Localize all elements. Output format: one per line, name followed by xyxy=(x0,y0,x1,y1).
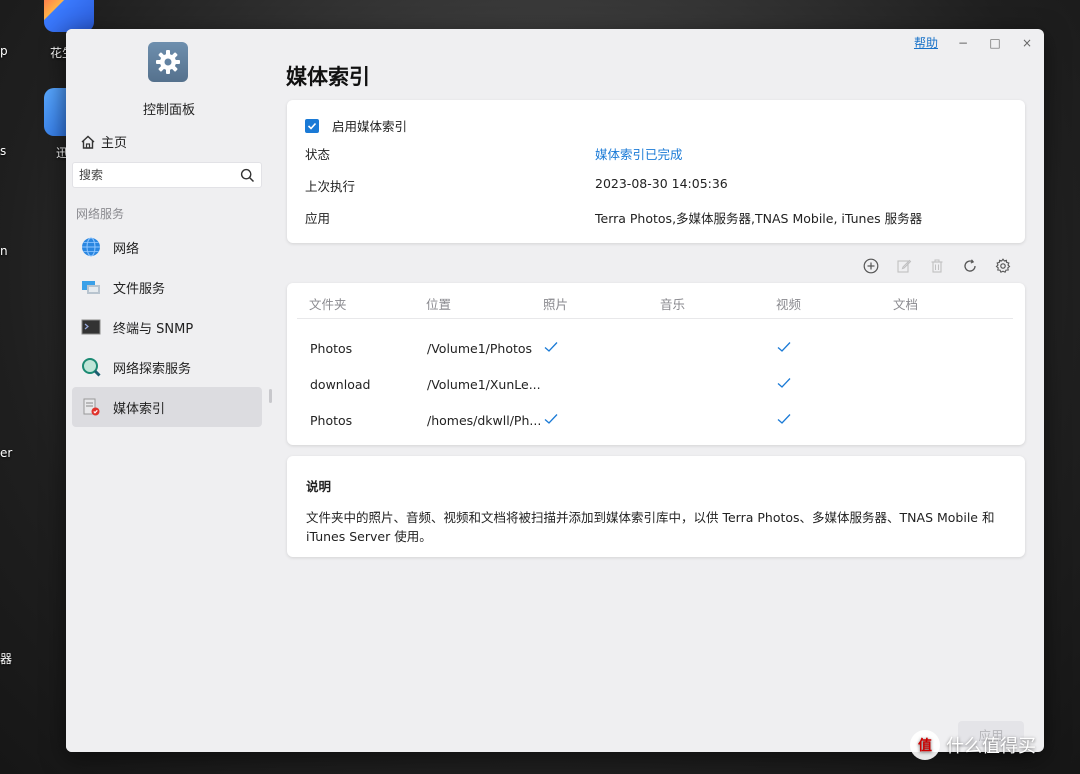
sidebar-scrollbar[interactable] xyxy=(269,389,272,403)
edit-icon xyxy=(897,259,912,273)
column-header[interactable]: 文件夹 xyxy=(309,294,347,313)
watermark-logo-icon: 值 xyxy=(910,730,940,760)
table-row[interactable]: Photos /Volume1/Photos xyxy=(287,331,1025,367)
sidebar-item-media-index[interactable]: 媒体索引 xyxy=(72,387,262,427)
close-button[interactable]: × xyxy=(1020,36,1034,50)
home-label: 主页 xyxy=(101,136,128,151)
video-check-icon xyxy=(776,411,792,431)
status-card: 启用媒体索引 状态 媒体索引已完成 上次执行 2023-08-30 14:05:… xyxy=(287,100,1025,243)
search-box xyxy=(72,162,262,188)
gear-icon xyxy=(995,258,1011,273)
media-index-icon xyxy=(81,397,101,417)
titlebar-controls: 帮助 − □ × xyxy=(914,34,1034,51)
description-title: 说明 xyxy=(306,479,332,494)
column-header[interactable]: 照片 xyxy=(543,294,568,313)
help-link[interactable]: 帮助 xyxy=(914,34,938,51)
refresh-button[interactable] xyxy=(961,257,979,275)
terminal-icon xyxy=(81,317,101,337)
check-icon xyxy=(307,122,317,130)
photo-check-icon xyxy=(543,411,559,431)
home-link[interactable]: 主页 xyxy=(80,132,127,151)
sidebar-item-label: 文件服务 xyxy=(113,281,166,297)
sidebar-item-label: 网络探索服务 xyxy=(113,361,192,377)
plus-circle-icon xyxy=(863,258,879,274)
folder-name: download xyxy=(310,377,371,392)
table-header: 文件夹 位置 照片 音乐 视频 文档 xyxy=(297,283,1013,319)
desktop-label: p xyxy=(0,44,8,58)
delete-folder-button[interactable] xyxy=(928,257,946,275)
sidebar-item-label: 网络 xyxy=(113,241,140,257)
app-title: 控制面板 xyxy=(142,103,195,118)
sidebar-item-network-discovery[interactable]: 网络探索服务 xyxy=(72,347,262,387)
status-value-link[interactable]: 媒体索引已完成 xyxy=(595,144,683,163)
enable-media-index-checkbox[interactable] xyxy=(305,118,319,133)
desktop-app-icon[interactable] xyxy=(44,0,94,32)
apps-value: Terra Photos,多媒体服务器,TNAS Mobile, iTunes … xyxy=(595,211,923,226)
watermark: 值 什么值得买 xyxy=(910,730,1036,760)
sidebar-item-network[interactable]: 网络 xyxy=(72,227,262,267)
sidebar-item-file-service[interactable]: 文件服务 xyxy=(72,267,262,307)
photo-check-icon xyxy=(543,339,559,359)
folder-location: /Volume1/XunLe... xyxy=(427,377,541,392)
home-icon xyxy=(81,135,95,149)
last-run-label: 上次执行 xyxy=(305,179,356,194)
refresh-icon xyxy=(964,259,976,272)
folder-location: /homes/dkwll/Ph... xyxy=(427,413,542,428)
sidebar-nav: 网络 文件服务 终端与 SNMP 网络探索服务 媒体索引 xyxy=(72,227,262,427)
page-title: 媒体索引 xyxy=(286,65,370,89)
column-header[interactable]: 位置 xyxy=(426,294,451,313)
search-input[interactable] xyxy=(79,168,240,182)
control-panel-window: 帮助 − □ × 控制面板 主页 搜索 网络服务 网络 文件服务 终端与 SNM… xyxy=(66,29,1044,752)
description-body: 文件夹中的照片、音频、视频和文档将被扫描并添加到媒体索引库中，以供 Terra … xyxy=(306,510,995,544)
desktop-label: s xyxy=(0,144,7,158)
magnifier-icon xyxy=(81,357,101,377)
apps-label: 应用 xyxy=(305,211,331,226)
sidebar-item-terminal-snmp[interactable]: 终端与 SNMP xyxy=(72,307,262,347)
video-check-icon xyxy=(776,375,792,395)
sidebar-item-label: 终端与 SNMP xyxy=(113,321,194,337)
column-header[interactable]: 音乐 xyxy=(660,294,685,313)
column-header[interactable]: 视频 xyxy=(776,294,801,313)
video-check-icon xyxy=(776,339,792,359)
last-run-value: 2023-08-30 14:05:36 xyxy=(595,176,728,191)
add-folder-button[interactable] xyxy=(862,257,880,275)
status-label: 状态 xyxy=(305,147,331,162)
section-label: 网络服务 xyxy=(76,207,125,221)
globe-icon xyxy=(81,237,101,257)
edit-folder-button[interactable] xyxy=(895,257,913,275)
folder-table: 文件夹 位置 照片 音乐 视频 文档 Photos /Volume1/Photo… xyxy=(287,283,1025,445)
description-card: 说明 文件夹中的照片、音频、视频和文档将被扫描并添加到媒体索引库中，以供 Ter… xyxy=(287,456,1025,557)
file-service-icon xyxy=(81,277,101,297)
control-panel-gear-icon xyxy=(148,42,188,82)
table-row[interactable]: download /Volume1/XunLe... xyxy=(287,367,1025,403)
folder-name: Photos xyxy=(310,413,353,428)
desktop-label: er xyxy=(0,446,13,460)
sidebar: 控制面板 主页 网络服务 xyxy=(66,29,272,752)
enable-media-index-row: 启用媒体索引 xyxy=(305,116,407,135)
trash-icon xyxy=(931,259,943,273)
settings-button[interactable] xyxy=(994,257,1012,275)
watermark-text: 什么值得买 xyxy=(946,736,1036,757)
desktop-label: n xyxy=(0,244,8,258)
table-row[interactable]: Photos /homes/dkwll/Ph... xyxy=(287,403,1025,439)
folder-location: /Volume1/Photos xyxy=(427,341,533,356)
folder-toolbar xyxy=(862,257,1012,275)
enable-media-index-label: 启用媒体索引 xyxy=(332,119,408,134)
minimize-button[interactable]: − xyxy=(956,36,970,50)
maximize-button[interactable]: □ xyxy=(988,36,1002,50)
desktop-label: 器 xyxy=(0,652,13,666)
column-header[interactable]: 文档 xyxy=(893,294,918,313)
search-icon[interactable] xyxy=(240,168,255,183)
folder-name: Photos xyxy=(310,341,353,356)
sidebar-item-label: 媒体索引 xyxy=(113,401,166,417)
